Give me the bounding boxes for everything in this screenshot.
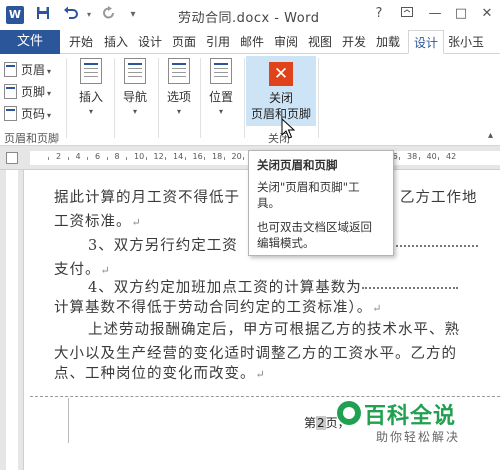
ribbon: 页眉 ▾ 页脚 ▾ 页码 ▾ 页眉和页脚 插入 ▾ 导航 ▾ 选项 ▾ 位置 ▾ ✕ 关闭 页…	[0, 54, 500, 146]
tab-review[interactable]: 审阅	[270, 30, 302, 54]
insert-button[interactable]: 插入 ▾	[70, 58, 112, 116]
window-title: 劳动合同.docx - Word	[178, 11, 320, 26]
watermark-logo: 百科全说 助你轻松解决	[336, 398, 500, 450]
ruler-tick	[87, 157, 89, 160]
close-icon: ✕	[269, 62, 293, 86]
tab-header-footer-design[interactable]: 设计	[408, 30, 444, 54]
tab-home[interactable]: 开始	[64, 30, 98, 54]
doc-line: 大小以及生产经营的变化适时调整乙方的工资水平。乙方的	[54, 346, 457, 362]
tooltip-text: 关闭"页眉和页脚"工	[257, 180, 360, 194]
footer-icon	[4, 84, 17, 99]
tab-user[interactable]: 张小玉	[448, 30, 500, 54]
ruler-tick	[418, 157, 420, 160]
minimize-button[interactable]: —	[424, 4, 446, 24]
ruler-tick	[145, 157, 147, 160]
tab-references[interactable]: 引用	[202, 30, 234, 54]
page-number-button[interactable]: 页码 ▾	[4, 104, 51, 124]
doc-line: 点、工种岗位的变化而改变。↵	[54, 366, 266, 382]
close-window-button[interactable]: ✕	[476, 4, 498, 24]
options-button[interactable]: 选项 ▾	[158, 58, 200, 116]
collapse-ribbon-icon[interactable]: ▴	[488, 130, 493, 141]
ribbon-separator	[66, 58, 67, 138]
ruler-number: 14	[173, 152, 184, 161]
footer-button[interactable]: 页脚 ▾	[4, 82, 51, 102]
vertical-ruler	[0, 170, 24, 470]
ruler-tick	[243, 157, 245, 160]
tab-insert[interactable]: 插入	[100, 30, 132, 54]
tooltip-text: 编辑模式。	[257, 236, 315, 250]
save-icon[interactable]	[34, 6, 52, 24]
ruler-number: 16	[192, 152, 203, 161]
tab-file[interactable]: 文件	[0, 30, 60, 54]
help-button[interactable]: ?	[368, 4, 390, 24]
maximize-button[interactable]: □	[450, 4, 472, 24]
tab-developer[interactable]: 开发	[338, 30, 370, 54]
close-header-footer-button[interactable]: ✕ 关闭 页眉和页脚	[246, 56, 316, 126]
position-icon	[210, 58, 232, 84]
options-icon	[168, 58, 190, 84]
ribbon-separator	[318, 58, 319, 138]
position-button[interactable]: 位置 ▾	[200, 58, 242, 116]
ruler-tick	[184, 157, 186, 160]
ruler-tick	[399, 157, 401, 160]
title-bar: W ▾ ▾ 劳动合同.docx - Word ? — □ ✕	[0, 0, 500, 30]
word-logo-icon: W	[6, 6, 24, 24]
ruler-number: 12	[153, 152, 164, 161]
doc-line: 工资标准。↵	[54, 214, 142, 230]
margin-guide	[68, 398, 69, 443]
ruler-number: 6	[95, 152, 101, 161]
ruler-tick	[48, 157, 50, 160]
navigation-button[interactable]: 导航 ▾	[114, 58, 156, 116]
tab-design[interactable]: 设计	[134, 30, 166, 54]
ruler-number: 18	[212, 152, 223, 161]
insert-icon	[80, 58, 102, 84]
ruler-tick	[165, 157, 167, 160]
header-footer-group-label: 页眉和页脚	[4, 132, 59, 145]
ruler-number: 2	[56, 152, 62, 161]
ruler-number: 4	[75, 152, 81, 161]
header-button[interactable]: 页眉 ▾	[4, 60, 51, 80]
header-footer-boundary	[30, 396, 500, 397]
tab-selector-icon[interactable]	[6, 152, 18, 164]
vertical-ruler-scale	[6, 170, 18, 470]
doc-line: 4、双方约定加班加点工资的计算基数为	[88, 276, 458, 297]
ribbon-display-button[interactable]	[396, 4, 418, 24]
ruler-number: 42	[446, 152, 457, 161]
tooltip-text: 也可双击文档区域返回	[257, 220, 372, 234]
ruler-tick	[438, 157, 440, 160]
ribbon-tabs: 文件 开始 插入 设计 页面 引用 邮件 审阅 视图 开发 加载 设计 张小玉	[0, 30, 500, 54]
tooltip-text: 具。	[257, 196, 280, 210]
mouse-cursor-icon	[281, 117, 296, 143]
undo-icon[interactable]	[62, 6, 80, 24]
ruler-number: 20	[231, 152, 242, 161]
doc-line: 上述劳动报酬确定后，甲方可根据乙方的技术水平、熟	[88, 322, 460, 338]
ruler-tick	[204, 157, 206, 160]
tooltip: 关闭页眉和页脚 关闭"页眉和页脚"工 具。 也可双击文档区域返回 编辑模式。	[248, 150, 394, 256]
page-number-icon	[4, 106, 17, 121]
ruler-number: 10	[134, 152, 145, 161]
tab-page[interactable]: 页面	[168, 30, 200, 54]
ruler-tick	[223, 157, 225, 160]
undo-dropdown-icon[interactable]: ▾	[80, 6, 98, 24]
tab-addins[interactable]: 加载	[372, 30, 404, 54]
redo-icon[interactable]	[100, 6, 118, 24]
tab-view[interactable]: 视图	[304, 30, 336, 54]
tooltip-title: 关闭页眉和页脚	[257, 158, 338, 172]
ruler-number: 40	[426, 152, 437, 161]
watermark-emblem-icon	[337, 401, 361, 425]
header-icon	[4, 62, 17, 77]
ruler-number: 8	[114, 152, 120, 161]
ruler-tick	[67, 157, 69, 160]
ruler-tick	[106, 157, 108, 160]
ruler-number: 38	[407, 152, 418, 161]
ribbon-separator	[244, 58, 245, 138]
navigation-icon	[124, 58, 146, 84]
tab-mailings[interactable]: 邮件	[236, 30, 268, 54]
doc-line: 计算基数不得低于劳动合同约定的工资标准）。↵	[54, 300, 383, 316]
customize-qa-icon[interactable]: ▾	[124, 6, 142, 24]
ruler-tick	[126, 157, 128, 160]
